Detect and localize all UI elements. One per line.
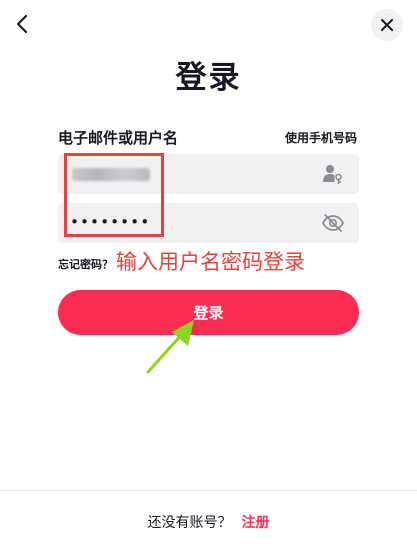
- signup-link[interactable]: 注册: [242, 515, 270, 531]
- signup-prompt: 还没有账号？: [147, 515, 232, 531]
- username-label: 电子邮件或用户名: [58, 129, 179, 147]
- annotation-highlight-box: [64, 153, 164, 237]
- forgot-password-link[interactable]: 忘记密码？: [58, 256, 113, 272]
- login-button[interactable]: 登录: [58, 290, 359, 335]
- user-key-icon: [323, 165, 342, 185]
- chevron-left-icon: [16, 14, 28, 34]
- annotation-text: 输入用户名密码登录: [116, 250, 305, 274]
- eye-slash-icon[interactable]: [321, 211, 345, 235]
- footer: 还没有账号？ 注册: [0, 512, 417, 532]
- close-button[interactable]: [371, 9, 403, 41]
- page-title: 登录: [175, 60, 242, 96]
- back-button[interactable]: [6, 8, 38, 40]
- annotation-arrow-icon: [146, 320, 194, 374]
- close-icon: [381, 19, 393, 31]
- phone-login-link[interactable]: 使用手机号码: [285, 129, 357, 146]
- footer-divider: [0, 490, 417, 491]
